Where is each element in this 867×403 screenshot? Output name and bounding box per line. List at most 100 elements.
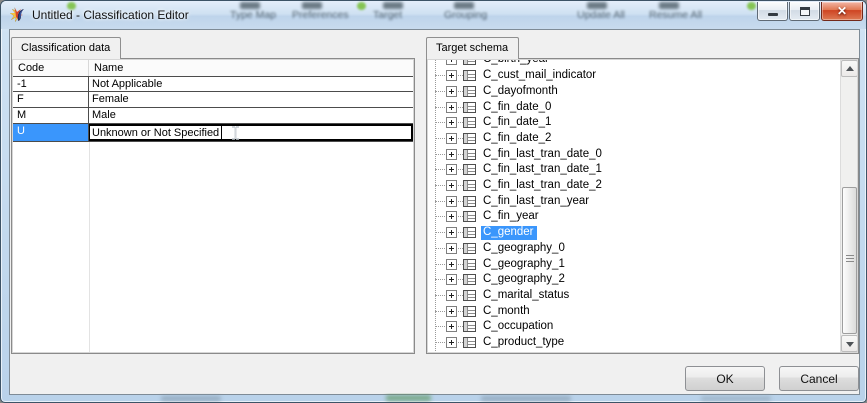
tab-target-schema[interactable]: Target schema	[426, 37, 519, 59]
tree-item-label[interactable]: C_fin_last_tran_date_1	[481, 163, 605, 177]
expand-plus-icon[interactable]	[446, 149, 457, 160]
expand-plus-icon[interactable]	[446, 290, 457, 301]
tree-item[interactable]: C_fin_last_tran_date_2	[428, 178, 840, 194]
tree-item[interactable]: C_product_type	[428, 335, 840, 351]
tree-item-label[interactable]: C_geography_1	[481, 258, 568, 272]
code-cell[interactable]: F	[13, 92, 89, 107]
tree-item[interactable]: C_geography_1	[428, 257, 840, 273]
tree-item[interactable]: C_month	[428, 304, 840, 320]
background-toolbar-item: Preferences	[292, 9, 349, 21]
name-cell[interactable]: Male	[89, 108, 413, 123]
tree-item-label[interactable]: C_geography_2	[481, 273, 568, 287]
expand-plus-icon[interactable]	[446, 164, 457, 175]
schema-tree: C_birth_year C_cust_mail_indicator C_dayof…	[428, 60, 840, 352]
titlebar[interactable]: Type MapPreferencesTargetGroupingUpdate …	[1, 1, 867, 29]
table-row[interactable]: UUnknown or Not Specified	[13, 124, 413, 142]
tree-item[interactable]: C_fin_date_2	[428, 131, 840, 147]
expand-plus-icon[interactable]	[446, 180, 457, 191]
code-cell[interactable]: -1	[13, 77, 89, 91]
tree-item[interactable]: C_fin_last_tran_date_0	[428, 147, 840, 163]
expand-plus-icon[interactable]	[446, 243, 457, 254]
tree-item-label[interactable]: C_dayofmonth	[481, 85, 561, 99]
target-schema-panel: C_birth_year C_cust_mail_indicator C_dayof…	[426, 58, 859, 354]
tree-item-label[interactable]: C_occupation	[481, 320, 556, 334]
tree-item[interactable]: C_cust_mail_indicator	[428, 68, 840, 84]
expand-plus-icon[interactable]	[446, 337, 457, 348]
maximize-icon	[800, 7, 810, 16]
expand-plus-icon[interactable]	[446, 60, 457, 65]
table-field-icon	[463, 149, 476, 160]
table-row[interactable]: FFemale	[13, 92, 413, 108]
expand-plus-icon[interactable]	[446, 211, 457, 222]
scrollbar-down-button[interactable]	[841, 335, 857, 352]
expand-plus-icon[interactable]	[446, 259, 457, 270]
table-row[interactable]: -1Not Applicable	[13, 76, 413, 92]
expand-plus-icon[interactable]	[446, 321, 457, 332]
cancel-button[interactable]: Cancel	[779, 366, 859, 391]
background-toolbar-item: Grouping	[444, 9, 487, 21]
expand-plus-icon[interactable]	[446, 117, 457, 128]
code-cell[interactable]: M	[13, 108, 89, 123]
close-button[interactable]: ✕	[821, 2, 863, 21]
expand-plus-icon[interactable]	[446, 86, 457, 97]
tree-item-label[interactable]: C_month	[481, 305, 533, 319]
tree-item[interactable]: C_marital_status	[428, 288, 840, 304]
tree-item[interactable]: C_gender	[428, 225, 840, 241]
tree-item[interactable]: C_fin_date_1	[428, 115, 840, 131]
tree-item-label[interactable]: C_fin_last_tran_year	[481, 195, 592, 209]
tree-item[interactable]: C_fin_last_tran_year	[428, 194, 840, 210]
tree-item[interactable]: C_dayofmonth	[428, 84, 840, 100]
tab-target-schema-label: Target schema	[436, 42, 508, 54]
tree-item-label[interactable]: C_fin_date_1	[481, 116, 554, 130]
tree-item-label[interactable]: C_product_type	[481, 336, 567, 350]
tree-item[interactable]: C_fin_year	[428, 209, 840, 225]
classification-table: Code Name -1Not ApplicableFFemaleMMaleUU…	[13, 60, 413, 352]
tree-item[interactable]: C_fin_last_tran_date_1	[428, 162, 840, 178]
expand-plus-icon[interactable]	[446, 306, 457, 317]
table-field-icon	[463, 259, 476, 270]
tab-classification-data[interactable]: Classification data	[11, 37, 121, 59]
minimize-button[interactable]	[757, 2, 788, 21]
tree-scrollbar[interactable]	[840, 60, 857, 352]
expand-plus-icon[interactable]	[446, 196, 457, 207]
tree-item[interactable]: C_occupation	[428, 319, 840, 335]
name-cell[interactable]: Unknown or Not Specified	[89, 124, 413, 141]
background-toolbar-icon	[383, 2, 403, 9]
code-cell[interactable]: U	[13, 124, 89, 141]
name-cell[interactable]: Not Applicable	[89, 77, 413, 91]
column-header-name[interactable]: Name	[89, 60, 123, 76]
tree-item-label[interactable]: C_marital_status	[481, 289, 572, 303]
tree-item-clipped[interactable]: C_birth_year	[428, 60, 840, 68]
glass-smudge	[481, 396, 571, 401]
tree-item-label[interactable]: C_birth_year	[481, 60, 552, 67]
text-ibeam-cursor-icon	[231, 126, 240, 140]
ok-button[interactable]: OK	[685, 366, 765, 391]
cell-editor-input[interactable]: Unknown or Not Specified	[89, 125, 222, 140]
expand-plus-icon[interactable]	[446, 70, 457, 81]
tree-item-label[interactable]: C_fin_date_0	[481, 101, 554, 115]
tree-item[interactable]: C_geography_2	[428, 272, 840, 288]
expand-plus-icon[interactable]	[446, 133, 457, 144]
tree-item-label[interactable]: C_fin_last_tran_date_0	[481, 148, 605, 162]
name-cell[interactable]: Female	[89, 92, 413, 107]
tree-item-label[interactable]: C_fin_last_tran_date_2	[481, 179, 605, 193]
tree-item[interactable]: C_fin_date_0	[428, 100, 840, 116]
tree-item-label[interactable]: C_geography_0	[481, 242, 568, 256]
expand-plus-icon[interactable]	[446, 227, 457, 238]
tree-item[interactable]: C_geography_0	[428, 241, 840, 257]
scrollbar-up-button[interactable]	[841, 60, 857, 77]
classification-editor-window: Type MapPreferencesTargetGroupingUpdate …	[0, 0, 867, 403]
table-row[interactable]: MMale	[13, 108, 413, 124]
maximize-button[interactable]	[789, 2, 820, 21]
scrollbar-thumb[interactable]	[842, 187, 857, 334]
tree-item-label[interactable]: C_fin_year	[481, 210, 542, 224]
expand-plus-icon[interactable]	[446, 102, 457, 113]
tree-item-label[interactable]: C_fin_date_2	[481, 132, 554, 146]
tree-item-label[interactable]: C_gender	[481, 226, 537, 240]
background-toolbar-icon	[587, 2, 607, 9]
table-field-icon	[463, 102, 476, 113]
tree-item-label[interactable]: C_cust_mail_indicator	[481, 69, 599, 83]
column-header-code[interactable]: Code	[13, 60, 89, 76]
background-toolbar-item: Update All	[577, 9, 625, 21]
expand-plus-icon[interactable]	[446, 274, 457, 285]
